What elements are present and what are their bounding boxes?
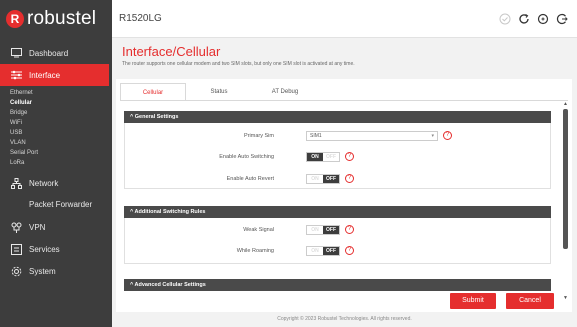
nav-item-dashboard[interactable]: Dashboard [0,42,112,64]
top-bar: R1520LG [112,0,577,38]
row-primary-sim: Primary Sim SIM1 ▾ ? [124,129,551,143]
toggle-on-label: ON [307,247,323,255]
section-title-advanced: Advanced Cellular Settings [134,282,206,288]
nav-menu: Dashboard Interface Ethernet Cellular Br… [0,42,112,282]
logo-text: robustel [27,8,97,29]
help-icon[interactable]: ? [443,131,452,140]
sidebar: R robustel Dashboard Interface Ethernet … [0,0,112,327]
row-weak-signal: Weak Signal ON OFF ? [124,223,551,237]
scrollbar-thumb[interactable] [563,109,568,249]
submenu-usb[interactable]: USB [10,128,112,138]
nav-label-network: Network [29,178,59,188]
toggle-on-label: ON [307,226,323,234]
main-panel: Cellular Status AT Debug ^ General Setti… [116,79,572,312]
check-circle-icon[interactable] [498,12,512,26]
logo-icon: R [6,10,24,28]
refresh-icon[interactable] [517,12,531,26]
reboot-icon[interactable] [536,12,550,26]
auto-switching-label: Enable Auto Switching [219,154,274,160]
scrollbar[interactable]: ▲ ▼ [563,101,568,301]
toggle-off-label: OFF [323,153,339,161]
nav-item-vpn[interactable]: VPN [0,216,112,238]
row-auto-revert: Enable Auto Revert ON OFF ? [124,172,551,186]
toggle-on-label: ON [307,175,323,183]
section-title-general: General Settings [134,114,179,120]
nav-item-services[interactable]: Services [0,238,112,260]
tab-divider [120,100,568,101]
sliders-icon [10,69,22,81]
help-icon[interactable]: ? [345,174,354,183]
primary-sim-label: Primary Sim [244,133,274,139]
gear-icon [10,265,22,277]
toggle-on-label: ON [307,153,323,161]
auto-switching-toggle[interactable]: ON OFF [306,152,340,162]
submenu-wifi[interactable]: WiFi [10,118,112,128]
submit-button[interactable]: Submit [450,293,496,309]
section-header-switching[interactable]: ^ Additional Switching Rules [124,206,551,218]
nav-label-vpn: VPN [29,222,46,232]
tab-status[interactable]: Status [186,83,252,101]
submenu-bridge[interactable]: Bridge [10,108,112,118]
nav-label-system: System [29,266,56,276]
help-icon[interactable]: ? [345,246,354,255]
vpn-icon [10,221,22,233]
while-roaming-toggle[interactable]: ON OFF [306,246,340,256]
nav-label-dashboard: Dashboard [29,48,69,58]
while-roaming-label: While Roaming [236,248,274,254]
submenu-lora[interactable]: LoRa [10,158,112,168]
tab-at-debug[interactable]: AT Debug [252,83,318,101]
services-icon [10,243,22,255]
logo: R robustel [0,0,112,38]
tab-bar: Cellular Status AT Debug [120,83,318,101]
footer-copyright: Copyright © 2023 Robustel Technologies. … [277,316,412,322]
cancel-button[interactable]: Cancel [506,293,554,309]
chevron-down-icon: ▾ [431,133,434,139]
toggle-off-label: OFF [323,247,339,255]
nav-label-interface: Interface [29,70,61,80]
toggle-off-label: OFF [323,175,339,183]
logout-icon[interactable] [555,12,569,26]
top-actions [498,12,569,26]
scroll-down-icon[interactable]: ▼ [563,295,568,301]
row-while-roaming: While Roaming ON OFF ? [124,244,551,258]
nav-item-interface[interactable]: Interface [0,64,109,86]
weak-signal-toggle[interactable]: ON OFF [306,225,340,235]
section-header-advanced[interactable]: ^ Advanced Cellular Settings [124,279,551,291]
primary-sim-select[interactable]: SIM1 ▾ [306,131,438,141]
nav-item-packet-forwarder[interactable]: Packet Forwarder [0,194,112,216]
help-icon[interactable]: ? [345,225,354,234]
page-description: The router supports one cellular modem a… [122,61,355,67]
device-model: R1520LG [119,13,162,24]
auto-revert-label: Enable Auto Revert [226,176,274,182]
weak-signal-label: Weak Signal [243,227,274,233]
scroll-up-icon[interactable]: ▲ [563,101,568,107]
submenu-serial-port[interactable]: Serial Port [10,148,112,158]
nav-item-system[interactable]: System [0,260,112,282]
help-icon[interactable]: ? [345,152,354,161]
auto-revert-toggle[interactable]: ON OFF [306,174,340,184]
network-icon [10,177,22,189]
section-title-switching: Additional Switching Rules [134,209,206,215]
interface-submenu: Ethernet Cellular Bridge WiFi USB VLAN S… [0,88,112,168]
nav-item-network[interactable]: Network [0,172,112,194]
toggle-off-label: OFF [323,226,339,234]
primary-sim-value: SIM1 [310,133,322,139]
nav-label-services: Services [29,244,60,254]
submenu-ethernet[interactable]: Ethernet [10,88,112,98]
tab-cellular[interactable]: Cellular [120,83,186,101]
row-auto-switching: Enable Auto Switching ON OFF ? [124,150,551,164]
page-title: Interface/Cellular [122,44,221,59]
section-header-general[interactable]: ^ General Settings [124,111,551,123]
submenu-vlan[interactable]: VLAN [10,138,112,148]
dashboard-icon [10,47,22,59]
submenu-cellular[interactable]: Cellular [10,98,112,108]
